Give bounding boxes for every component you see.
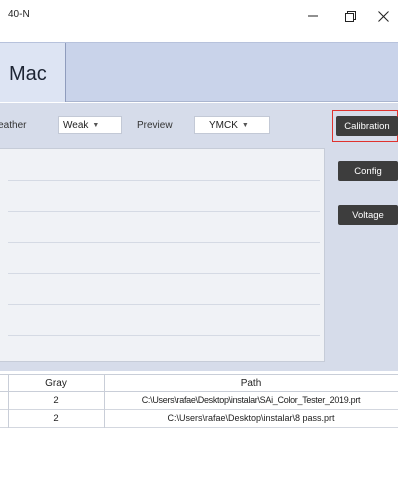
- header-band: Mac: [0, 42, 398, 102]
- cell-path: C:\Users\rafae\Desktop\instalar\8 pass.p…: [167, 413, 335, 423]
- tab-mac[interactable]: Mac: [0, 43, 66, 102]
- voltage-button[interactable]: Voltage: [338, 205, 398, 225]
- cell-gray: 2: [53, 413, 59, 424]
- table-row[interactable]: 2 C:\Users\rafae\Desktop\instalar\8 pass…: [0, 410, 398, 428]
- list-box[interactable]: [0, 148, 325, 362]
- preview-label: Preview: [137, 120, 173, 131]
- tab-mac-label: Mac: [9, 63, 47, 85]
- list-panel: [0, 145, 330, 371]
- calibration-button[interactable]: Calibration: [336, 116, 398, 136]
- list-row-divider: [8, 335, 320, 336]
- list-row-divider: [8, 273, 320, 274]
- close-icon: [377, 10, 389, 22]
- window-title: 40-N: [8, 9, 30, 20]
- close-button[interactable]: [368, 4, 398, 28]
- maximize-icon: [344, 10, 356, 22]
- feather-label: Feather: [0, 120, 27, 131]
- config-button[interactable]: Config: [338, 161, 398, 181]
- column-header-gray[interactable]: Gray: [8, 378, 104, 389]
- table-header: Gray Path: [0, 374, 398, 393]
- preview-select-value: YMCK: [209, 119, 238, 131]
- chevron-down-icon: ▼: [241, 121, 249, 129]
- cell-gray: 2: [53, 395, 59, 406]
- column-header-path[interactable]: Path: [104, 378, 398, 389]
- preview-select[interactable]: YMCK ▼: [194, 116, 270, 134]
- feather-select-value: Weak: [63, 119, 89, 131]
- maximize-button[interactable]: [335, 4, 365, 28]
- title-bar: 40-N: [0, 0, 398, 34]
- chevron-down-icon: ▼: [92, 121, 100, 129]
- minimize-icon: [308, 15, 318, 17]
- minimize-button[interactable]: [298, 4, 328, 28]
- list-row-divider: [8, 211, 320, 212]
- side-panel: [330, 103, 398, 371]
- list-row-divider: [8, 242, 320, 243]
- list-row-divider: [8, 304, 320, 305]
- table-row[interactable]: 2 C:\Users\rafae\Desktop\instalar\SAi_Co…: [0, 392, 398, 410]
- cell-path: C:\Users\rafae\Desktop\instalar\SAi_Colo…: [141, 395, 361, 405]
- feather-select[interactable]: Weak ▼: [58, 116, 122, 134]
- list-row-divider: [8, 180, 320, 181]
